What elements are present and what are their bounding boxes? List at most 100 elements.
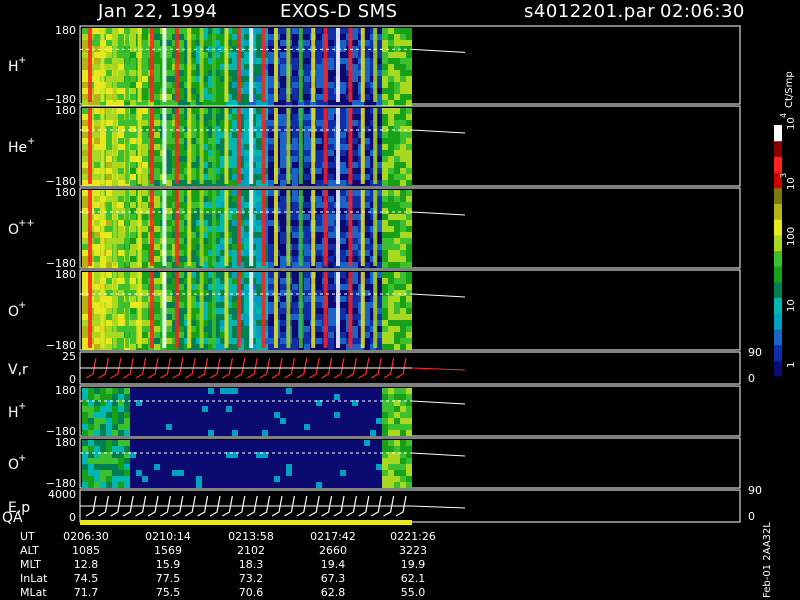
spectrogram-cell: [130, 174, 136, 180]
spectrogram-cell: [112, 464, 118, 470]
spectrogram-cell: [202, 406, 208, 412]
spectrogram-cell: [130, 138, 136, 144]
spectrogram-cell: [280, 344, 286, 350]
spectrogram-cell: [142, 256, 148, 262]
spectrogram-cell: [388, 150, 394, 156]
spectrogram-cell: [274, 440, 280, 446]
spectrogram-cell: [166, 464, 172, 470]
spectrogram-cell: [310, 430, 316, 436]
spectrogram-cell: [190, 394, 196, 400]
spectrogram-cell: [148, 482, 154, 488]
spectrogram-cell: [310, 418, 316, 424]
spectrogram-cell: [94, 332, 100, 338]
spectrogram-cell: [256, 144, 262, 150]
spectrogram-cell: [292, 464, 298, 470]
spectrogram-cell: [244, 314, 250, 320]
spectrogram-cell: [388, 326, 394, 332]
spectrogram-cell: [268, 28, 274, 34]
spectrogram-cell: [100, 424, 106, 430]
spectrogram-cell: [82, 100, 88, 106]
spectrogram-cell: [304, 272, 310, 278]
spectrogram-cell: [382, 476, 388, 482]
spectrogram-cell: [250, 394, 256, 400]
band-stripe: [336, 190, 340, 266]
spectrogram-cell: [334, 470, 340, 476]
spectrogram-cell: [352, 458, 358, 464]
spectrogram-cell: [394, 424, 400, 430]
spectrogram-cell: [118, 40, 124, 46]
spectrogram-cell: [244, 82, 250, 88]
spectrogram-cell: [328, 394, 334, 400]
x-cell: 2660: [319, 544, 347, 557]
spectrogram-cell: [196, 394, 202, 400]
spectrogram-cell: [268, 132, 274, 138]
spectrogram-cell: [328, 320, 334, 326]
spectrogram-cell: [82, 138, 88, 144]
spectrogram-cell: [340, 226, 346, 232]
band-stripe: [323, 108, 328, 184]
spectrogram-cell: [400, 424, 406, 430]
spectrogram-cell: [82, 208, 88, 214]
spectrogram-cell: [358, 430, 364, 436]
spectrogram-cell: [316, 326, 322, 332]
spectrogram-cell: [304, 76, 310, 82]
trace-tail: [411, 367, 466, 371]
spectrogram-cell: [142, 180, 148, 186]
spectrogram-cell: [82, 272, 88, 278]
band-stripe: [348, 190, 353, 266]
spectrogram-cell: [136, 430, 142, 436]
spectrogram-cell: [94, 238, 100, 244]
spectrogram-cell: [106, 108, 112, 114]
spectrogram-cell: [280, 208, 286, 214]
spectrogram-cell: [304, 202, 310, 208]
spectrogram-cell: [400, 220, 406, 226]
spectrogram-cell: [280, 126, 286, 132]
panel-h-plus-2: 180−180H +: [8, 384, 741, 438]
spectrogram-cell: [106, 418, 112, 424]
spectrogram-cell: [88, 406, 94, 412]
spectrogram-cell: [154, 168, 160, 174]
spectrogram-cell: [388, 76, 394, 82]
spectrogram-cell: [304, 226, 310, 232]
spectrogram-cell: [94, 76, 100, 82]
spectrogram-cell: [244, 296, 250, 302]
spectrogram-cell: [268, 34, 274, 40]
spectrogram-cell: [316, 196, 322, 202]
spectrogram-cell: [256, 52, 262, 58]
spectrogram-cell: [166, 278, 172, 284]
spectrogram-cell: [130, 94, 136, 100]
spectrogram-cell: [352, 308, 358, 314]
panel-e-p: 90040000E,p: [8, 484, 762, 525]
spectrogram-cell: [214, 430, 220, 436]
spectrogram-cell: [106, 440, 112, 446]
spectrogram-cell: [340, 64, 346, 70]
spectrogram-cell: [406, 190, 412, 196]
spectrogram-cell: [244, 446, 250, 452]
spectrogram-cell: [130, 464, 136, 470]
spectrogram-cell: [364, 40, 370, 46]
spectrogram-cell: [130, 458, 136, 464]
spectrogram-cell: [382, 196, 388, 202]
spectrogram-cell: [154, 34, 160, 40]
spectrogram-cell: [406, 52, 412, 58]
spectrogram-cell: [268, 344, 274, 350]
spectrogram-cell: [124, 446, 130, 452]
spectrogram-cell: [316, 308, 322, 314]
spectrogram-cell: [274, 458, 280, 464]
spectrogram-cell: [88, 464, 94, 470]
spectrogram-cell: [118, 338, 124, 344]
x-cell: 18.3: [239, 558, 264, 571]
spectrogram-cell: [232, 482, 238, 488]
spectrogram-cell: [316, 232, 322, 238]
spectrogram-cell: [94, 412, 100, 418]
spectrogram-cell: [346, 476, 352, 482]
spectrogram-cell: [178, 418, 184, 424]
spectrogram-cell: [316, 332, 322, 338]
spectrogram-cell: [82, 144, 88, 150]
spectrogram-cell: [178, 88, 184, 94]
spectrogram-cell: [400, 40, 406, 46]
spectrogram-cell: [82, 52, 88, 58]
spectrogram-cell: [328, 278, 334, 284]
spectrogram-cell: [106, 162, 112, 168]
spectrogram-cell: [94, 144, 100, 150]
